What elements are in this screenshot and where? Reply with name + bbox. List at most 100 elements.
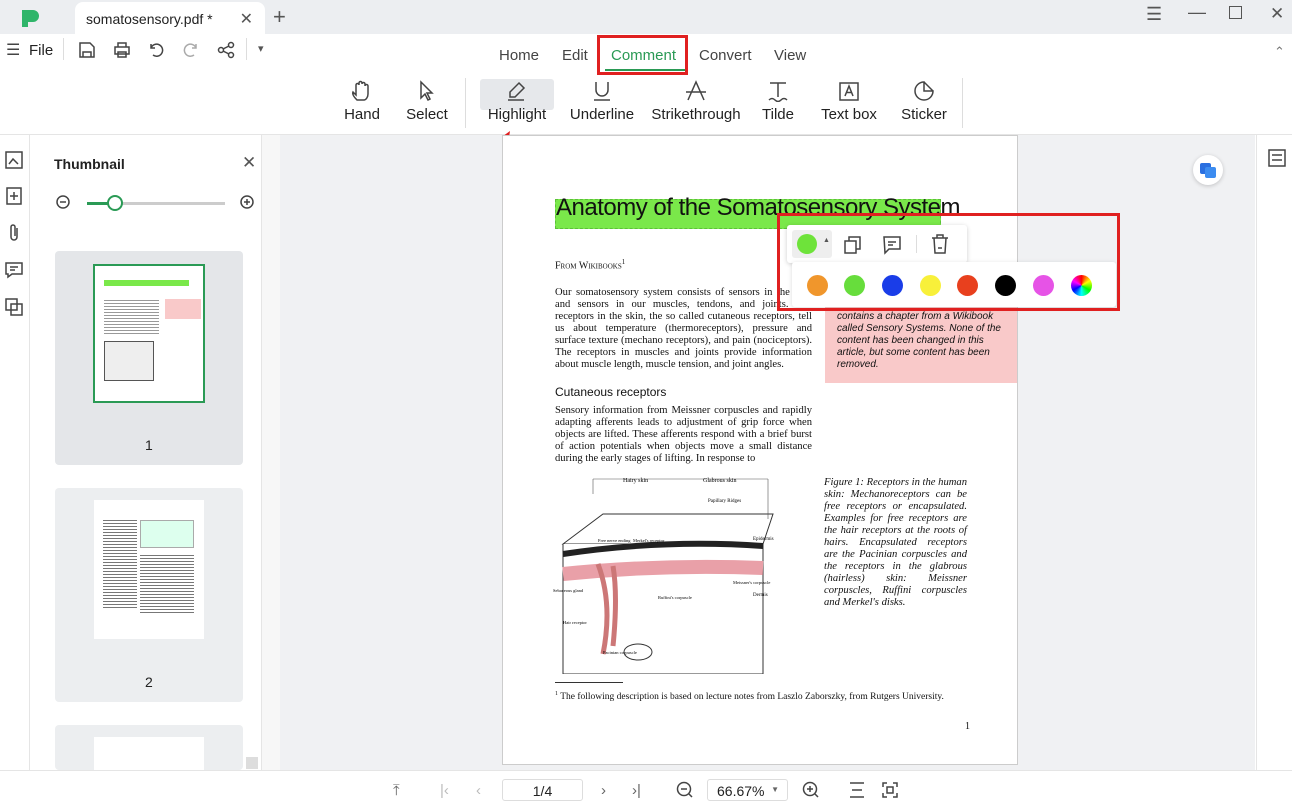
undo-icon[interactable] — [147, 41, 165, 59]
hamburger-icon[interactable]: ☰ — [6, 40, 20, 60]
last-page-icon[interactable]: ›| — [632, 782, 641, 799]
page-label: 1 — [145, 437, 153, 453]
strikethrough-tool[interactable]: Strikethrough — [650, 78, 742, 128]
fit-page-icon[interactable] — [881, 781, 899, 799]
divider — [63, 38, 64, 60]
sticker-icon — [914, 81, 934, 101]
collapse-ribbon-icon[interactable]: ⌃ — [1274, 44, 1285, 60]
properties-icon[interactable] — [1268, 149, 1286, 167]
tab-edit[interactable]: Edit — [562, 47, 588, 64]
annotation-box — [777, 213, 1120, 311]
tool-label: Sticker — [901, 106, 947, 123]
menu-icon[interactable]: ☰ — [1146, 4, 1162, 25]
share-icon[interactable] — [217, 41, 235, 59]
maximize-button[interactable] — [1229, 6, 1242, 19]
panel-title: Thumbnail — [54, 156, 125, 172]
tilde-icon — [768, 82, 788, 102]
more-tools-icon[interactable]: ▾ — [258, 42, 264, 55]
zoom-out-icon[interactable] — [56, 195, 72, 211]
zoom-in-icon[interactable] — [802, 781, 820, 799]
svg-text:Ruffini's corpuscle: Ruffini's corpuscle — [658, 595, 692, 600]
paragraph: Sensory information from Meissner corpus… — [555, 405, 812, 464]
page-thumbnail-2[interactable]: 2 — [55, 488, 243, 702]
tab-view[interactable]: View — [774, 47, 806, 64]
scrollbar-thumb[interactable] — [246, 757, 258, 769]
new-tab-button[interactable]: + — [273, 4, 286, 30]
thumbnail-icon[interactable] — [4, 150, 24, 170]
paragraph: Our somatosensory system consists of sen… — [555, 287, 812, 370]
tool-label: Underline — [569, 106, 635, 123]
bottom-bar — [0, 770, 1292, 807]
divider — [246, 38, 247, 60]
attachment-icon[interactable] — [4, 223, 24, 243]
sidebar-note: contains a chapter from a Wikibook calle… — [825, 301, 1017, 383]
print-icon[interactable] — [113, 41, 131, 59]
page-input[interactable]: 1/4 — [502, 779, 583, 801]
close-tab-icon[interactable]: ✕ — [240, 9, 253, 29]
first-page-top-icon[interactable]: ⤒ — [393, 782, 400, 799]
zoom-select[interactable]: 66.67% ▼ — [707, 779, 788, 801]
hand-tool[interactable]: Hand — [340, 78, 384, 128]
thumbnail-image — [93, 264, 205, 403]
skin-receptor-figure: Hairy skin Glabrous skin Papillary Ridge… — [553, 478, 774, 674]
page-thumbnail-3[interactable] — [55, 725, 243, 770]
translate-button[interactable] — [1193, 155, 1223, 185]
pages-icon[interactable] — [4, 297, 24, 317]
document-tab[interactable]: somatosensory.pdf * ✕ — [75, 2, 265, 34]
highlight-tool[interactable]: Highlight — [482, 78, 552, 128]
save-icon[interactable] — [78, 41, 96, 59]
sticker-tool[interactable]: Sticker — [900, 78, 948, 128]
minimize-button[interactable]: — — [1188, 2, 1206, 23]
tool-label: Hand — [344, 106, 380, 123]
prev-page-icon[interactable]: ‹ — [476, 782, 481, 799]
annotation-box — [597, 35, 688, 75]
svg-text:Merkel's receptor: Merkel's receptor — [633, 538, 665, 543]
underline-tool[interactable]: Underline — [568, 78, 636, 128]
tab-convert[interactable]: Convert — [699, 47, 752, 64]
fit-width-icon[interactable] — [848, 781, 866, 799]
svg-text:Glabrous skin: Glabrous skin — [703, 478, 737, 484]
tilde-tool[interactable]: Tilde — [756, 78, 800, 128]
svg-text:Free nerve ending: Free nerve ending — [598, 538, 631, 543]
close-panel-icon[interactable]: ✕ — [242, 153, 256, 173]
tool-label: Strikethrough — [651, 106, 741, 123]
svg-text:Meissner's corpuscle: Meissner's corpuscle — [733, 580, 770, 585]
byline: From Wikibooks1 — [555, 258, 626, 272]
tool-label: Highlight — [487, 106, 547, 123]
file-menu[interactable]: File — [29, 42, 53, 59]
cursor-icon — [420, 80, 434, 102]
next-page-icon[interactable]: › — [601, 782, 606, 799]
comment-list-icon[interactable] — [4, 260, 24, 280]
zoom-in-icon[interactable] — [240, 195, 256, 211]
tool-label: Select — [406, 106, 448, 123]
select-tool[interactable]: Select — [404, 78, 450, 128]
svg-text:Hairy skin: Hairy skin — [623, 478, 648, 484]
close-window-button[interactable]: ✕ — [1270, 4, 1284, 24]
underline-icon — [594, 82, 610, 101]
page-number: 1 — [965, 721, 970, 732]
figure-caption: Figure 1: Receptors in the human skin: M… — [824, 477, 967, 608]
app-logo-icon — [22, 10, 39, 27]
redo-icon[interactable] — [182, 41, 200, 59]
strikethrough-icon — [686, 80, 706, 101]
section-heading: Cutaneous receptors — [555, 385, 667, 399]
svg-text:Epidermis: Epidermis — [753, 537, 774, 542]
highlighter-icon — [508, 81, 526, 101]
tab-home[interactable]: Home — [499, 47, 539, 64]
tool-label: Text box — [821, 106, 877, 123]
divider — [465, 78, 466, 128]
page-thumbnail-1[interactable]: 1 — [55, 251, 243, 465]
panel-scroll-track[interactable] — [262, 135, 280, 770]
bookmark-add-icon[interactable] — [4, 186, 24, 206]
first-page-icon[interactable]: |‹ — [440, 782, 449, 799]
slider-handle[interactable] — [107, 195, 123, 211]
textbox-tool[interactable]: Text box — [818, 78, 880, 128]
zoom-out-icon[interactable] — [676, 781, 694, 799]
tab-title: somatosensory.pdf * — [86, 11, 213, 27]
footnote-rule — [555, 682, 623, 683]
footnote: 1 The following description is based on … — [555, 691, 944, 703]
textbox-icon — [839, 82, 859, 101]
svg-text:Papillary Ridges: Papillary Ridges — [708, 499, 741, 504]
svg-text:Hair receptor: Hair receptor — [563, 620, 587, 625]
tool-label: Tilde — [762, 106, 794, 123]
